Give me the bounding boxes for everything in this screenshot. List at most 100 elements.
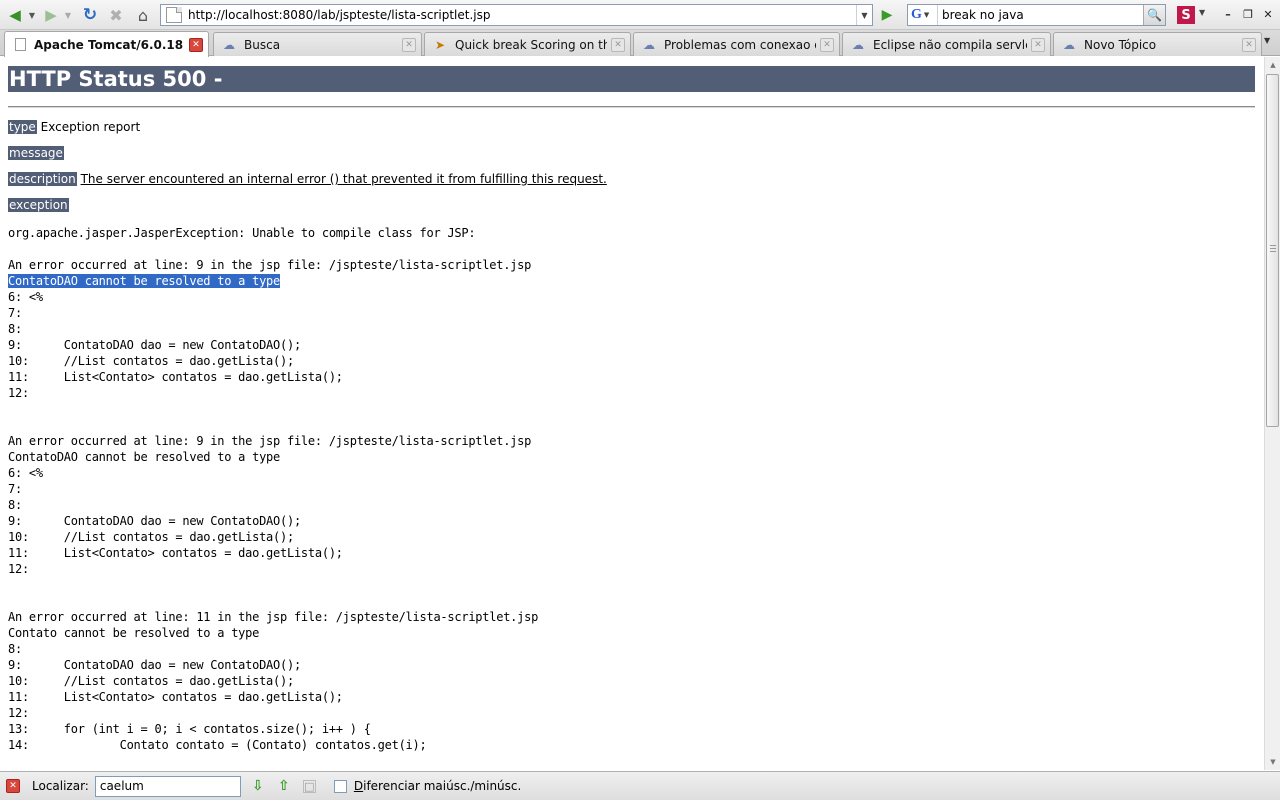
stop-icon[interactable]: ✖	[105, 4, 127, 26]
tab-title: Problemas com conexao or...	[664, 37, 816, 52]
code-line: 11: List<Contato> contatos = dao.getList…	[8, 370, 343, 384]
scrollbar-thumb[interactable]	[1266, 74, 1279, 427]
code-line: 8:	[8, 498, 22, 512]
code-line: 7:	[8, 482, 22, 496]
error-message: Contato cannot be resolved to a type	[8, 626, 260, 640]
code-line: 7:	[8, 306, 22, 320]
scroll-down-arrow-icon[interactable]: ▼	[1265, 754, 1280, 770]
close-window-icon[interactable]: ✕	[1260, 6, 1276, 22]
divider	[8, 106, 1255, 108]
message-row: message	[8, 145, 64, 161]
forward-history-dropdown[interactable]: ▼	[63, 4, 73, 26]
forum-icon: ☁	[1063, 37, 1075, 52]
forward-arrow-icon[interactable]: ▶	[40, 4, 62, 26]
match-case-label[interactable]: Diferenciar maiúsc./minúsc.	[354, 779, 521, 793]
tab-close-icon[interactable]: ✕	[1242, 37, 1256, 52]
match-case-checkbox[interactable]	[333, 779, 347, 793]
code-line: 11: List<Contato> contatos = dao.getList…	[8, 546, 343, 560]
flag-icon: ➤	[434, 37, 446, 52]
exception-stack-trace: org.apache.jasper.JasperException: Unabl…	[8, 225, 538, 753]
url-input[interactable]	[188, 6, 856, 24]
code-line: 12:	[8, 706, 29, 720]
restore-icon[interactable]: ❐	[1240, 6, 1256, 22]
tab-close-icon[interactable]: ✕	[402, 37, 416, 52]
tab-tomcat-error[interactable]: Apache Tomcat/6.0.18 - E... ✕	[4, 31, 209, 57]
engine-dropdown-icon: ▼	[923, 11, 930, 19]
code-line: 11: List<Contato> contatos = dao.getList…	[8, 690, 343, 704]
reload-icon[interactable]: ↻	[79, 4, 101, 26]
minimize-icon[interactable]: –	[1220, 6, 1236, 22]
message-label: message	[8, 146, 64, 160]
code-line: 6: <%	[8, 290, 43, 304]
find-bar: ✕ Localizar: ⇩ ⇧ □ Diferenciar maiúsc./m…	[0, 771, 1280, 800]
tab-strip: Apache Tomcat/6.0.18 - E... ✕ ☁ Busca ✕ …	[0, 30, 1280, 57]
navigation-toolbar: ◀ ▼ ▶ ▼ ↻ ✖ ⌂ ▼ ▶ G ▼ 🔍 S ▼ – ❐ ✕	[0, 0, 1280, 30]
forum-icon: ☁	[643, 37, 655, 52]
description-label: description	[8, 172, 77, 186]
tab-title: Novo Tópico	[1084, 37, 1157, 52]
type-row: type Exception report	[8, 119, 140, 135]
code-line: 6: <%	[8, 466, 43, 480]
url-bar[interactable]: ▼	[160, 4, 873, 26]
go-button[interactable]: ▶	[876, 4, 898, 26]
find-input[interactable]	[94, 775, 241, 797]
find-next-down-arrow-icon[interactable]: ⇩	[249, 777, 267, 795]
find-close-icon[interactable]: ✕	[6, 779, 20, 793]
find-previous-up-arrow-icon[interactable]: ⇧	[275, 777, 293, 795]
google-icon: G	[911, 7, 922, 22]
find-label: Localizar:	[32, 779, 89, 793]
type-value: Exception report	[40, 120, 141, 134]
code-line: 10: //List contatos = dao.getLista();	[8, 354, 294, 368]
addon-dropdown-icon[interactable]: ▼	[1199, 8, 1205, 17]
error-location: An error occurred at line: 9 in the jsp …	[8, 258, 532, 272]
code-line: 8:	[8, 642, 22, 656]
tab-list-dropdown-icon[interactable]: ▼	[1264, 36, 1270, 45]
back-history-dropdown[interactable]: ▼	[27, 4, 37, 26]
tab-close-icon[interactable]: ✕	[1031, 37, 1045, 52]
description-value: The server encountered an internal error…	[80, 172, 607, 186]
exception-line: org.apache.jasper.JasperException: Unabl…	[8, 226, 476, 240]
url-history-dropdown-icon[interactable]: ▼	[856, 5, 872, 25]
tab-close-icon[interactable]: ✕	[820, 37, 834, 52]
tab-quick-break[interactable]: ➤ Quick break Scoring on the ... ✕	[424, 32, 631, 56]
code-line: 9: ContatoDAO dao = new ContatoDAO();	[8, 514, 301, 528]
scroll-up-arrow-icon[interactable]: ▲	[1265, 57, 1280, 73]
page-content: HTTP Status 500 - type Exception report …	[0, 57, 1264, 770]
tab-novo-topico[interactable]: ☁ Novo Tópico ✕	[1053, 32, 1262, 56]
tab-problemas-conexao[interactable]: ☁ Problemas com conexao or... ✕	[633, 32, 840, 56]
tab-close-icon[interactable]: ✕	[189, 37, 203, 52]
description-row: description The server encountered an in…	[8, 171, 607, 187]
search-magnifier-icon[interactable]: 🔍	[1143, 5, 1165, 25]
error-message: ContatoDAO cannot be resolved to a type	[8, 450, 281, 464]
forum-icon: ☁	[852, 37, 864, 52]
tab-title: Eclipse não compila servlets?	[873, 37, 1027, 52]
search-engine-selector[interactable]: G ▼	[908, 5, 938, 25]
page-icon	[15, 38, 26, 51]
search-bar[interactable]: G ▼ 🔍	[907, 4, 1166, 26]
tab-title: Apache Tomcat/6.0.18 - E...	[34, 37, 185, 52]
tab-title: Quick break Scoring on the ...	[455, 37, 607, 52]
search-input[interactable]	[938, 6, 1143, 24]
page-title: HTTP Status 500 -	[8, 66, 1255, 92]
stumble-addon-icon[interactable]: S	[1177, 6, 1195, 24]
exception-row: exception	[8, 197, 69, 213]
back-arrow-icon[interactable]: ◀	[4, 4, 26, 26]
exception-label: exception	[8, 198, 69, 212]
tab-title: Busca	[244, 37, 281, 52]
vertical-scrollbar[interactable]: ▲ ▼	[1264, 57, 1280, 770]
code-line: 8:	[8, 322, 22, 336]
code-line: 12:	[8, 386, 29, 400]
tab-close-icon[interactable]: ✕	[611, 37, 625, 52]
highlight-all-icon[interactable]: □	[302, 779, 316, 793]
error-location: An error occurred at line: 11 in the jsp…	[8, 610, 539, 624]
error-message-selected: ContatoDAO cannot be resolved to a type	[8, 274, 281, 288]
code-line: 12:	[8, 562, 29, 576]
tab-busca[interactable]: ☁ Busca ✕	[213, 32, 422, 56]
code-line: 10: //List contatos = dao.getLista();	[8, 530, 294, 544]
home-icon[interactable]: ⌂	[132, 4, 154, 26]
error-location: An error occurred at line: 9 in the jsp …	[8, 434, 532, 448]
forum-icon: ☁	[223, 37, 235, 52]
code-line: 13: for (int i = 0; i < contatos.size();…	[8, 722, 371, 736]
tab-eclipse-servlets[interactable]: ☁ Eclipse não compila servlets? ✕	[842, 32, 1051, 56]
type-label: type	[8, 120, 37, 134]
